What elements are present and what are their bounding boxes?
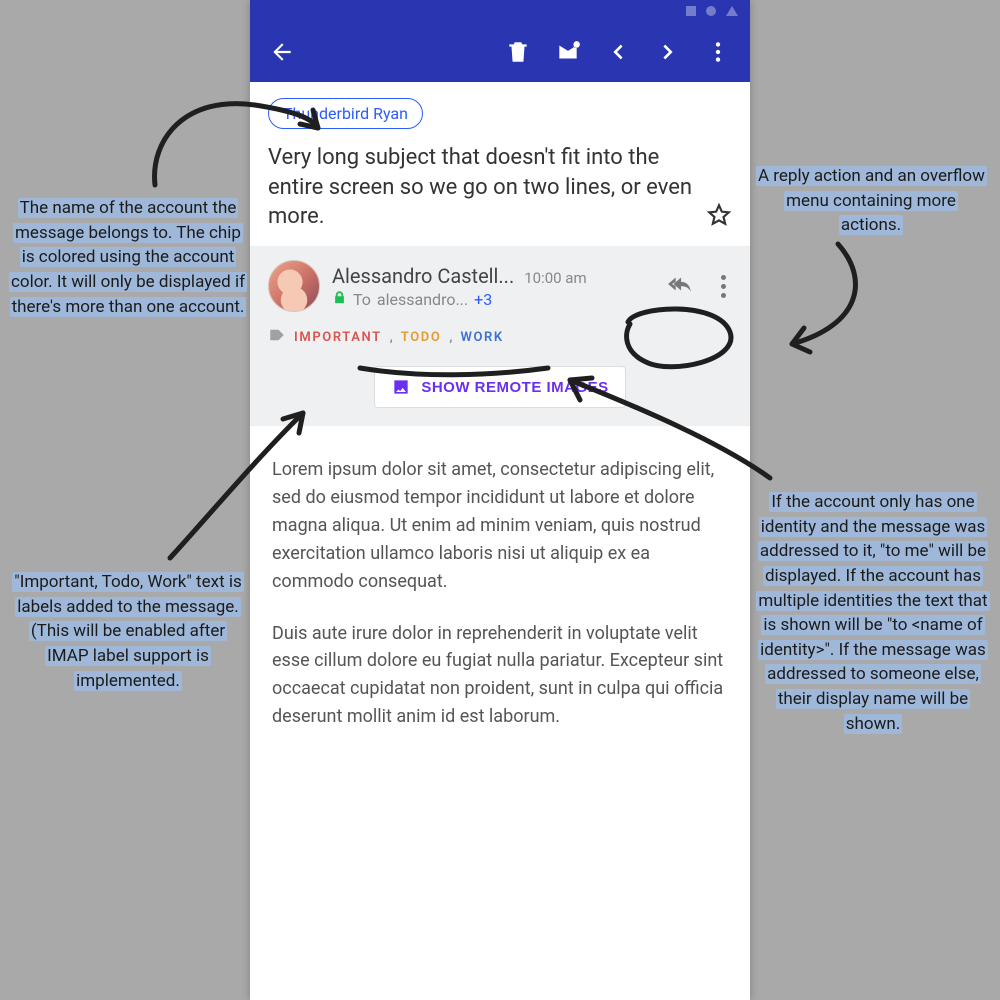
sender-name[interactable]: Alessandro Castell... (332, 264, 514, 288)
account-chip-row: Thunderbird Ryan (250, 82, 750, 135)
show-remote-images-label: SHOW REMOTE IMAGES (421, 379, 608, 396)
mark-unread-button[interactable] (546, 30, 590, 74)
tag-icon (268, 326, 286, 348)
annotation-to-line: If the account only has one identity and… (756, 490, 990, 736)
body-paragraph: Lorem ipsum dolor sit amet, consectetur … (272, 456, 728, 595)
label-todo[interactable]: TODO (401, 330, 442, 345)
status-icon-triangle (726, 6, 738, 16)
appbar-overflow-button[interactable] (696, 30, 740, 74)
labels-row: IMPORTANT, TODO, WORK (268, 326, 732, 348)
chevron-left-icon (607, 41, 629, 63)
reply-all-button[interactable] (667, 271, 693, 301)
lock-icon (332, 290, 347, 309)
status-icon-square (686, 6, 696, 16)
status-bar (250, 0, 750, 22)
label-work[interactable]: WORK (460, 330, 503, 345)
dot-icon (721, 284, 726, 289)
sender-avatar[interactable] (268, 260, 320, 312)
show-remote-images-button[interactable]: SHOW REMOTE IMAGES (374, 366, 625, 408)
star-outline-icon (706, 202, 732, 228)
arrow-left-icon (269, 39, 295, 65)
message-overflow-button[interactable] (715, 271, 732, 302)
reply-all-icon (667, 271, 693, 297)
subject-text: Very long subject that doesn't fit into … (268, 143, 696, 232)
dot-icon (721, 275, 726, 280)
to-name: alessandro... (377, 290, 468, 309)
message-header: Alessandro Castell... 10:00 am To alessa… (250, 246, 750, 426)
more-vert-icon (705, 39, 731, 65)
body-paragraph: Duis aute irure dolor in reprehenderit i… (272, 620, 728, 732)
message-time: 10:00 am (524, 269, 586, 287)
next-message-button[interactable] (646, 30, 690, 74)
account-chip[interactable]: Thunderbird Ryan (268, 98, 423, 129)
prev-message-button[interactable] (596, 30, 640, 74)
message-body: Lorem ipsum dolor sit amet, consectetur … (250, 426, 750, 761)
label-important[interactable]: IMPORTANT (294, 330, 382, 345)
annotation-actions: A reply action and an overflow menu cont… (756, 164, 986, 238)
phone-frame: Thunderbird Ryan Very long subject that … (250, 0, 750, 1000)
app-bar (250, 22, 750, 82)
trash-icon (505, 39, 531, 65)
image-icon (391, 377, 411, 397)
star-button[interactable] (706, 202, 732, 232)
mail-unread-icon (555, 39, 581, 65)
annotation-labels: "Important, Todo, Work" text is labels a… (8, 570, 248, 693)
subject-row: Very long subject that doesn't fit into … (250, 135, 750, 246)
status-icon-circle (706, 6, 716, 16)
more-recipients-count: +3 (474, 290, 492, 309)
dot-icon (721, 293, 726, 298)
back-button[interactable] (260, 30, 304, 74)
to-prefix: To (353, 290, 371, 309)
recipients-line[interactable]: To alessandro... +3 (332, 290, 587, 309)
annotation-account-chip: The name of the account the message belo… (8, 196, 248, 319)
chevron-right-icon (657, 41, 679, 63)
delete-button[interactable] (496, 30, 540, 74)
